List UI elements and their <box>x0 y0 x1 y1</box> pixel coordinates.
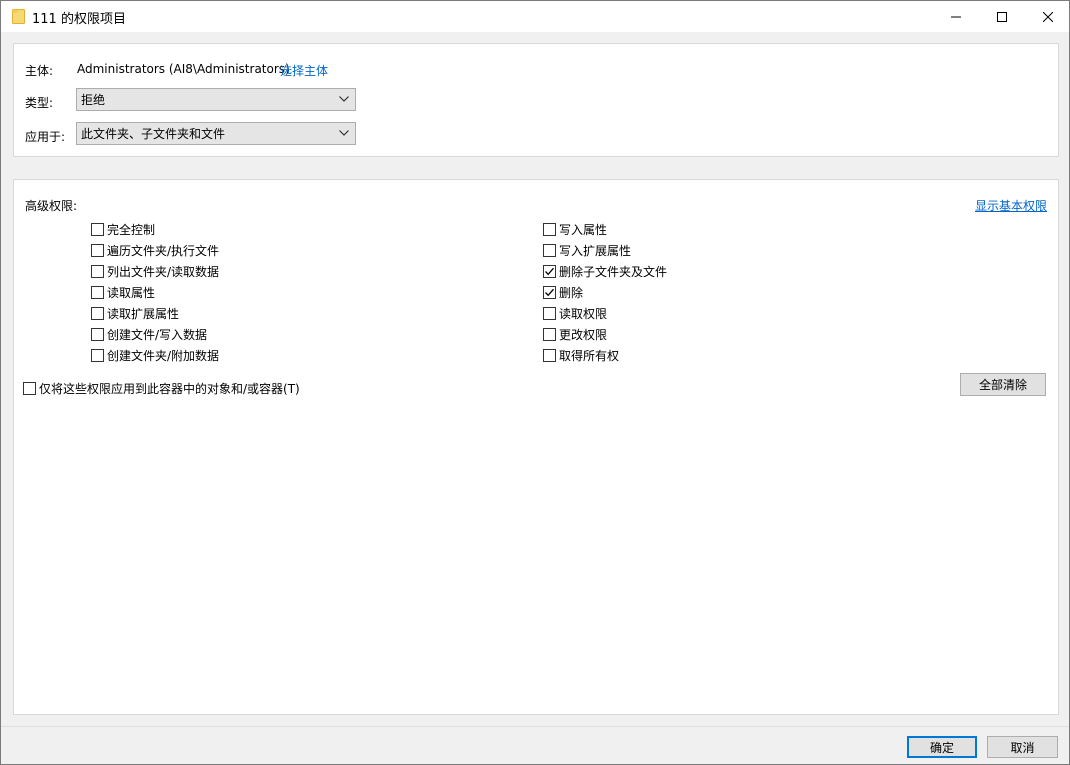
permission-checkbox[interactable]: 更改权限 <box>543 326 607 342</box>
permission-checkbox[interactable]: 取得所有权 <box>543 347 619 363</box>
advanced-permissions-heading: 高级权限: <box>25 199 78 213</box>
window-title: 111 的权限项目 <box>32 12 126 27</box>
maximize-icon <box>997 11 1007 22</box>
permission-label: 更改权限 <box>559 327 608 342</box>
permission-label: 删除子文件夹及文件 <box>559 264 668 279</box>
applies-to-select-value: 此文件夹、子文件夹和文件 <box>81 127 226 141</box>
checkmark-icon <box>545 267 554 275</box>
clear-all-button[interactable]: 全部清除 <box>960 373 1046 396</box>
permission-checkbox[interactable]: 删除 <box>543 284 583 300</box>
permission-label: 写入属性 <box>559 222 608 237</box>
permission-label: 写入扩展属性 <box>559 243 632 258</box>
permission-checkbox[interactable]: 写入扩展属性 <box>543 242 631 258</box>
permission-label: 取得所有权 <box>559 348 620 363</box>
cancel-button[interactable]: 取消 <box>987 736 1058 758</box>
checkbox[interactable] <box>543 285 556 299</box>
permission-label: 完全控制 <box>107 222 156 237</box>
apply-only-to-container-label: 仅将这些权限应用到此容器中的对象和/或容器(T) <box>39 381 300 396</box>
minimize-button[interactable] <box>933 1 979 32</box>
permission-checkbox[interactable]: 读取扩展属性 <box>91 305 179 321</box>
chevron-down-icon <box>339 96 349 102</box>
permission-checkbox[interactable]: 完全控制 <box>91 221 155 237</box>
type-select[interactable]: 拒绝 <box>76 88 356 111</box>
checkbox[interactable] <box>543 348 556 362</box>
permission-label: 创建文件夹/附加数据 <box>107 348 220 363</box>
permission-label: 列出文件夹/读取数据 <box>107 264 220 279</box>
title-bar: 111 的权限项目 <box>1 1 1069 32</box>
footer-divider <box>1 726 1069 727</box>
applies-to-select[interactable]: 此文件夹、子文件夹和文件 <box>76 122 356 145</box>
permission-checkbox[interactable]: 读取属性 <box>91 284 155 300</box>
type-select-value: 拒绝 <box>81 93 106 107</box>
permission-checkbox[interactable]: 删除子文件夹及文件 <box>543 263 667 279</box>
permission-label: 遍历文件夹/执行文件 <box>107 243 220 258</box>
checkbox[interactable] <box>91 306 104 320</box>
maximize-button[interactable] <box>979 1 1025 32</box>
apply-only-to-container-checkbox[interactable]: 仅将这些权限应用到此容器中的对象和/或容器(T) <box>23 380 300 396</box>
permission-checkbox[interactable]: 创建文件/写入数据 <box>91 326 207 342</box>
advanced-permissions-panel: 高级权限: 显示基本权限 完全控制 遍历文件夹/执行文件 列出文件夹/读取数据 … <box>13 179 1059 715</box>
checkbox[interactable] <box>91 264 104 278</box>
checkbox[interactable] <box>91 285 104 299</box>
permission-checkbox[interactable]: 创建文件夹/附加数据 <box>91 347 219 363</box>
close-icon <box>1043 11 1053 22</box>
chevron-down-icon <box>339 130 349 136</box>
permission-entry-window: 111 的权限项目 主体: Administrators (AI8\Admini… <box>0 0 1070 765</box>
checkbox[interactable] <box>91 222 104 236</box>
checkbox[interactable] <box>543 306 556 320</box>
permission-label: 读取属性 <box>107 285 156 300</box>
folder-icon <box>12 9 25 24</box>
principal-value: Administrators (AI8\Administrators) <box>77 62 290 76</box>
permission-label: 创建文件/写入数据 <box>107 327 208 342</box>
ok-button[interactable]: 确定 <box>907 736 977 758</box>
checkbox[interactable] <box>543 327 556 341</box>
checkbox[interactable] <box>543 264 556 278</box>
permission-label: 读取权限 <box>559 306 608 321</box>
permission-checkbox[interactable]: 写入属性 <box>543 221 607 237</box>
checkbox[interactable] <box>23 381 36 395</box>
principal-label: 主体: <box>25 64 54 78</box>
checkmark-icon <box>545 288 554 296</box>
permission-checkbox[interactable]: 遍历文件夹/执行文件 <box>91 242 219 258</box>
checkbox[interactable] <box>91 348 104 362</box>
checkbox[interactable] <box>91 243 104 257</box>
checkbox[interactable] <box>91 327 104 341</box>
checkbox[interactable] <box>543 243 556 257</box>
applies-to-label: 应用于: <box>25 130 66 144</box>
checkbox[interactable] <box>543 222 556 236</box>
permission-checkbox[interactable]: 列出文件夹/读取数据 <box>91 263 219 279</box>
principal-panel: 主体: Administrators (AI8\Administrators) … <box>13 43 1059 157</box>
permission-label: 读取扩展属性 <box>107 306 180 321</box>
select-principal-link[interactable]: 选择主体 <box>280 62 328 79</box>
permission-checkbox[interactable]: 读取权限 <box>543 305 607 321</box>
minimize-icon <box>951 16 961 17</box>
close-button[interactable] <box>1025 1 1070 32</box>
type-label: 类型: <box>25 96 54 110</box>
show-basic-permissions-link[interactable]: 显示基本权限 <box>975 197 1047 214</box>
permission-label: 删除 <box>559 285 584 300</box>
